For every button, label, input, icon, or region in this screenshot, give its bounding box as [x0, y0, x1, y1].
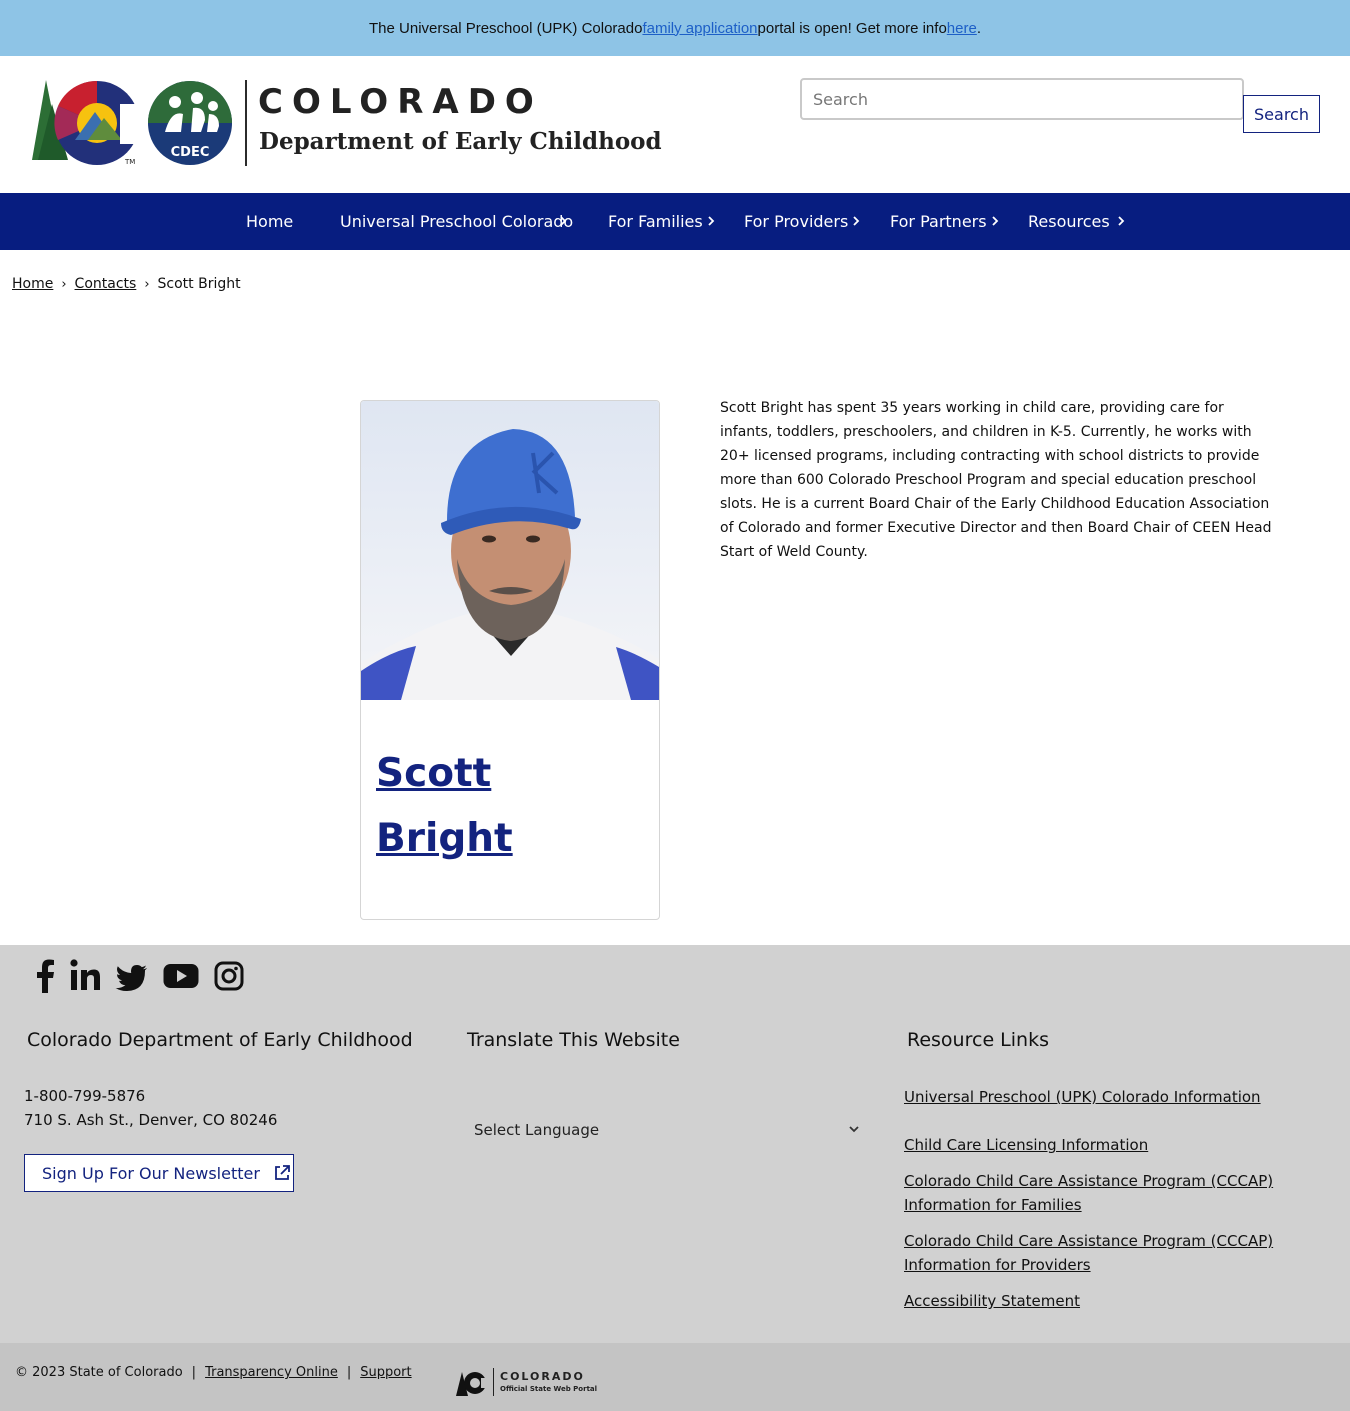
portal-divider — [493, 1368, 494, 1396]
youtube-icon[interactable] — [163, 959, 199, 993]
cdec-badge-text: CDEC — [171, 145, 210, 160]
footer-translate-heading: Translate This Website — [467, 1029, 680, 1051]
alert-text-before: The Universal Preschool (UPK) Colorado — [369, 19, 643, 37]
colorado-logo-icon[interactable]: TM — [30, 80, 142, 166]
nav-item-resources[interactable]: Resources — [1028, 193, 1110, 250]
linkedin-icon[interactable] — [70, 959, 101, 993]
chevron-right-icon[interactable] — [558, 214, 568, 228]
brand-state-name[interactable]: COLORADO — [258, 82, 543, 122]
colorado-portal-logo-icon[interactable] — [455, 1368, 487, 1398]
alert-text-middle: portal is open! Get more info — [757, 19, 947, 37]
chevron-right-icon[interactable] — [851, 214, 861, 228]
nav-item-label: For Providers — [744, 212, 849, 231]
profile-card: Scott Bright — [360, 400, 660, 920]
chevron-down-icon — [849, 1126, 859, 1133]
chevron-right-icon[interactable] — [706, 214, 716, 228]
breadcrumb-separator-icon: › — [144, 276, 150, 292]
nav-item-label: For Partners — [890, 212, 987, 231]
twitter-icon[interactable] — [115, 959, 148, 993]
newsletter-signup-button[interactable]: Sign Up For Our Newsletter — [24, 1154, 294, 1192]
resource-link-licensing[interactable]: Child Care Licensing Information — [904, 1133, 1284, 1157]
brand-department-name[interactable]: Department of Early Childhood — [259, 128, 662, 155]
site-footer: Colorado Department of Early Childhood 1… — [0, 945, 1350, 1343]
copyright-text: © 2023 State of Colorado — [15, 1365, 183, 1380]
nav-item-for-providers[interactable]: For Providers — [744, 193, 848, 250]
portal-subtitle: Official State Web Portal — [500, 1385, 598, 1393]
nav-item-label: Universal Preschool Colorado — [340, 212, 574, 231]
profile-name-link[interactable]: Scott Bright — [376, 741, 513, 871]
resource-link-upk[interactable]: Universal Preschool (UPK) Colorado Infor… — [904, 1085, 1284, 1109]
separator: | — [346, 1365, 352, 1380]
more-info-link[interactable]: here — [947, 20, 977, 37]
svg-text:TM: TM — [124, 158, 135, 166]
footer-resources-heading: Resource Links — [907, 1029, 1049, 1051]
instagram-icon[interactable] — [214, 959, 244, 993]
transparency-online-link[interactable]: Transparency Online — [205, 1365, 338, 1380]
chevron-right-icon[interactable] — [1116, 214, 1126, 228]
search-button[interactable]: Search — [1243, 95, 1320, 133]
breadcrumb-contacts-link[interactable]: Contacts — [75, 276, 137, 292]
breadcrumb-current: Scott Bright — [157, 276, 241, 292]
nav-item-universal-preschool[interactable]: Universal Preschool Colorado — [340, 193, 573, 250]
footer-phone: 1-800-799-5876 — [24, 1087, 146, 1105]
breadcrumb: Home › Contacts › Scott Bright — [12, 276, 241, 292]
breadcrumb-separator-icon: › — [61, 276, 67, 292]
logo-divider — [245, 80, 247, 166]
newsletter-label: Sign Up For Our Newsletter — [42, 1163, 260, 1183]
nav-item-for-families[interactable]: For Families — [608, 193, 703, 250]
bottom-bar: © 2023 State of Colorado | Transparency … — [0, 1343, 1350, 1411]
resource-link-cccap-families[interactable]: Colorado Child Care Assistance Program (… — [904, 1169, 1284, 1217]
footer-org-heading: Colorado Department of Early Childhood — [27, 1029, 413, 1051]
nav-item-label: Home — [246, 212, 294, 231]
alert-text-after: . — [976, 19, 981, 37]
profile-last-name[interactable]: Bright — [376, 806, 513, 871]
breadcrumb-home-link[interactable]: Home — [12, 276, 53, 292]
search-input[interactable] — [800, 78, 1244, 120]
resource-link-cccap-providers[interactable]: Colorado Child Care Assistance Program (… — [904, 1229, 1284, 1277]
resource-link-accessibility[interactable]: Accessibility Statement — [904, 1289, 1284, 1313]
portal-name[interactable]: COLORADO — [500, 1370, 585, 1383]
site-header: TM CDEC COLORADO Department of Early Chi… — [0, 56, 1350, 193]
support-link[interactable]: Support — [360, 1365, 411, 1380]
nav-item-home[interactable]: Home — [246, 193, 293, 250]
chevron-right-icon[interactable] — [990, 214, 1000, 228]
nav-item-label: For Families — [608, 212, 703, 231]
cdec-logo-icon: CDEC — [148, 81, 232, 165]
alert-banner: The Universal Preschool (UPK) Colorado f… — [0, 0, 1350, 56]
family-application-link[interactable]: family application — [642, 20, 757, 37]
main-nav: Home Universal Preschool Colorado For Fa… — [0, 193, 1350, 250]
facebook-icon[interactable] — [34, 959, 56, 993]
separator: | — [191, 1365, 197, 1380]
footer-address: 710 S. Ash St., Denver, CO 80246 — [24, 1111, 278, 1129]
language-select-value: Select Language — [474, 1121, 600, 1139]
nav-item-for-partners[interactable]: For Partners — [890, 193, 987, 250]
language-select[interactable]: Select Language — [466, 1115, 866, 1145]
nav-item-label: Resources — [1028, 212, 1110, 231]
profile-first-name[interactable]: Scott — [376, 741, 513, 806]
profile-photo — [361, 401, 659, 700]
profile-bio: Scott Bright has spent 35 years working … — [720, 400, 1272, 560]
external-link-icon — [275, 1165, 290, 1180]
bottom-links: © 2023 State of Colorado | Transparency … — [15, 1365, 412, 1380]
